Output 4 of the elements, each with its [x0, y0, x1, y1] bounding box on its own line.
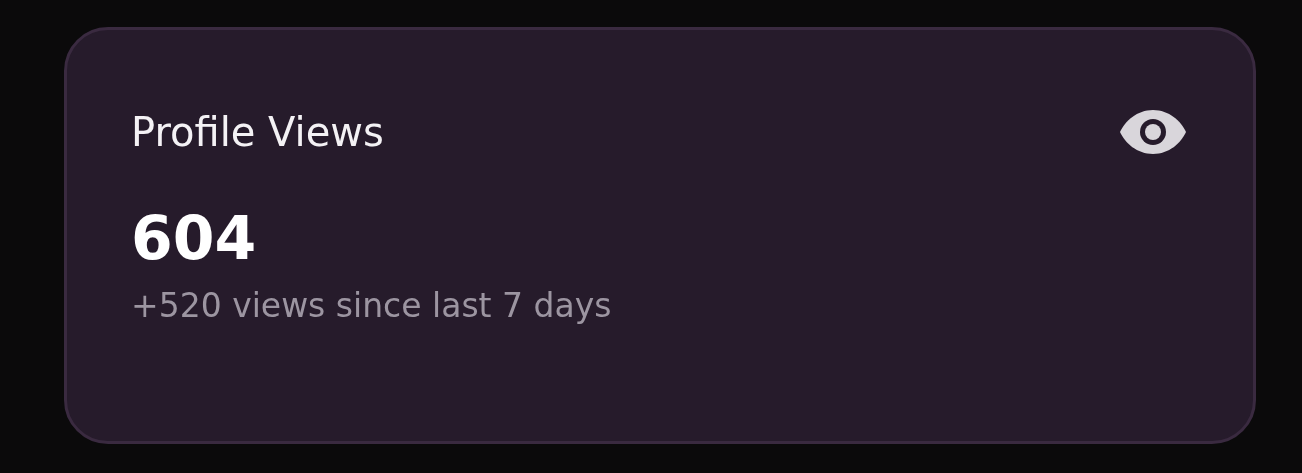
stat-value: 604: [131, 202, 258, 274]
eye-icon: [1119, 108, 1187, 156]
card-title: Profile Views: [131, 108, 384, 157]
stat-caption: +520 views since last 7 days: [131, 285, 613, 327]
